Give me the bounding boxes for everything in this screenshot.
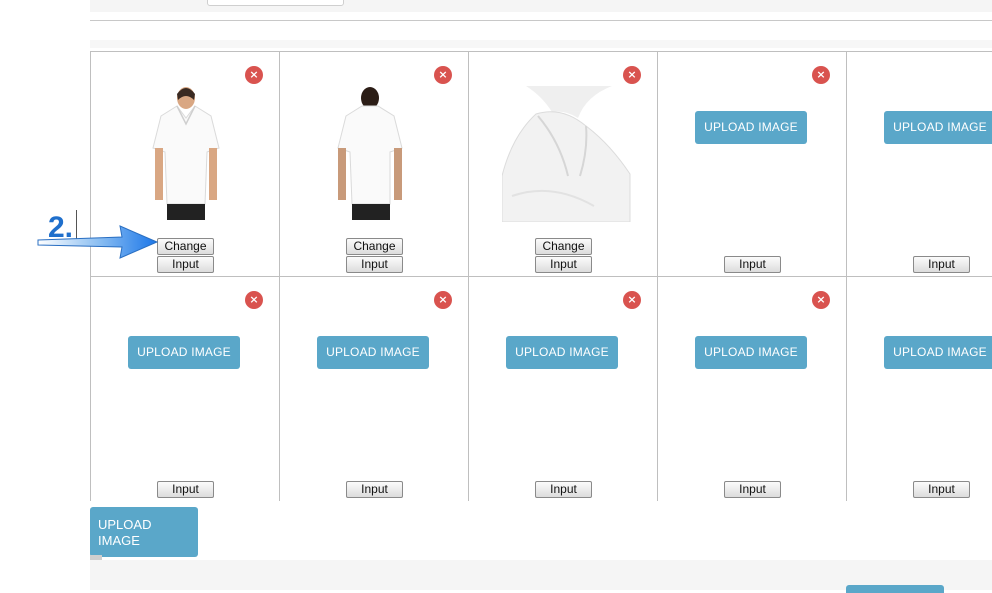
- remove-image-icon[interactable]: ×: [623, 291, 641, 309]
- upload-image-button[interactable]: UPLOAD IMAGE: [695, 336, 807, 369]
- shirt-back-photo: [337, 87, 403, 220]
- upload-image-button[interactable]: UPLOAD IMAGE: [884, 111, 992, 144]
- input-button[interactable]: Input: [346, 256, 403, 273]
- upload-image-button[interactable]: UPLOAD IMAGE: [506, 336, 618, 369]
- input-button[interactable]: Input: [913, 481, 970, 498]
- upload-image-button[interactable]: UPLOAD IMAGE: [884, 336, 992, 369]
- image-slot-5: UPLOAD IMAGE Input: [846, 51, 992, 277]
- remove-image-icon[interactable]: ×: [434, 66, 452, 84]
- image-slot-9: × UPLOAD IMAGE Input: [657, 276, 847, 501]
- image-slot-3: × Change Input: [468, 51, 658, 277]
- shirt-front-photo: [152, 87, 220, 220]
- change-image-button[interactable]: Change: [157, 238, 214, 255]
- image-grid: × Change Input × Change Input × Change I…: [90, 51, 992, 501]
- remove-image-icon[interactable]: ×: [812, 291, 830, 309]
- change-image-button[interactable]: Change: [346, 238, 403, 255]
- bulk-upload-image-button[interactable]: UPLOAD IMAGE: [90, 507, 198, 557]
- input-button[interactable]: Input: [913, 256, 970, 273]
- upload-image-button[interactable]: UPLOAD IMAGE: [128, 336, 240, 369]
- image-slot-2: × Change Input: [279, 51, 469, 277]
- remove-image-icon[interactable]: ×: [245, 66, 263, 84]
- shirt-collar-photo: [502, 86, 632, 222]
- image-slot-10: UPLOAD IMAGE Input: [846, 276, 992, 501]
- image-slot-7: × UPLOAD IMAGE Input: [279, 276, 469, 501]
- remove-image-icon[interactable]: ×: [812, 66, 830, 84]
- input-button[interactable]: Input: [535, 481, 592, 498]
- grid-header-strip: [90, 40, 992, 48]
- upload-image-button[interactable]: UPLOAD IMAGE: [695, 111, 807, 144]
- change-image-button[interactable]: Change: [535, 238, 592, 255]
- input-button[interactable]: Input: [724, 256, 781, 273]
- input-button[interactable]: Input: [724, 481, 781, 498]
- input-button[interactable]: Input: [535, 256, 592, 273]
- remove-image-icon[interactable]: ×: [623, 66, 641, 84]
- image-slot-4: × UPLOAD IMAGE Input: [657, 51, 847, 277]
- remove-image-icon[interactable]: ×: [434, 291, 452, 309]
- top-input-field[interactable]: [207, 0, 344, 6]
- footer-action-button[interactable]: [846, 585, 944, 593]
- remove-image-icon[interactable]: ×: [245, 291, 263, 309]
- input-button[interactable]: Input: [346, 481, 403, 498]
- upload-image-button[interactable]: UPLOAD IMAGE: [317, 336, 429, 369]
- input-button[interactable]: Input: [157, 481, 214, 498]
- input-button[interactable]: Input: [157, 256, 214, 273]
- arrow-right-icon: [37, 225, 159, 259]
- image-slot-6: × UPLOAD IMAGE Input: [90, 276, 280, 501]
- image-slot-8: × UPLOAD IMAGE Input: [468, 276, 658, 501]
- divider: [90, 20, 992, 21]
